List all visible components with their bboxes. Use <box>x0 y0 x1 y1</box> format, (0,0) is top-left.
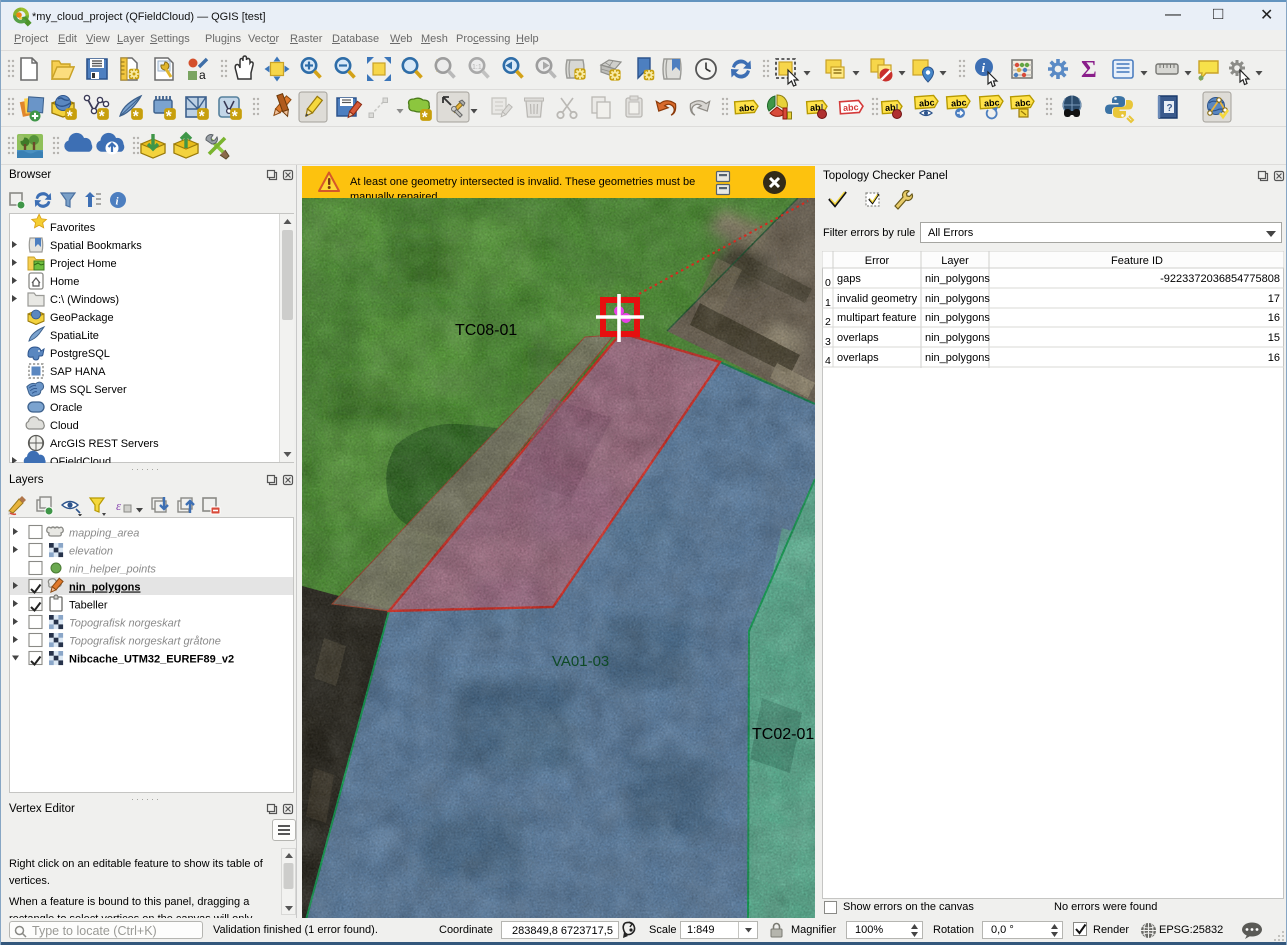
svg-text:16: 16 <box>1268 312 1280 324</box>
svg-text:Spatial Bookmarks: Spatial Bookmarks <box>50 240 142 252</box>
svg-text:overlaps: overlaps <box>837 332 879 344</box>
svg-text:ε: ε <box>116 498 122 513</box>
svg-text:16: 16 <box>1268 352 1280 364</box>
svg-text:TC08-01: TC08-01 <box>455 322 517 339</box>
svg-text:C:\ (Windows): C:\ (Windows) <box>50 294 119 306</box>
svg-text:1: 1 <box>825 297 831 309</box>
svg-text:invalid geometry: invalid geometry <box>837 293 918 305</box>
svg-text:Layer: Layer <box>941 255 969 267</box>
svg-text:ArcGIS REST Servers: ArcGIS REST Servers <box>50 438 159 450</box>
svg-text:Oracle: Oracle <box>50 402 82 414</box>
svg-text:3: 3 <box>825 336 831 348</box>
svg-text:mapping_area: mapping_area <box>69 528 139 540</box>
svg-text:Feature ID: Feature ID <box>1111 255 1163 267</box>
svg-text:nin_polygons: nin_polygons <box>925 273 990 285</box>
svg-text:QFieldCloud: QFieldCloud <box>50 456 111 463</box>
svg-text:Cloud: Cloud <box>50 420 79 432</box>
svg-text:nin_polygons: nin_polygons <box>925 312 990 324</box>
svg-text:nin_polygons: nin_polygons <box>69 582 141 594</box>
svg-text:elevation: elevation <box>69 546 113 558</box>
svg-text:MS SQL Server: MS SQL Server <box>50 384 127 396</box>
svg-text:SpatiaLite: SpatiaLite <box>50 330 99 342</box>
svg-text:-9223372036854775808: -9223372036854775808 <box>1160 273 1280 285</box>
svg-text:VA01-03: VA01-03 <box>552 653 609 670</box>
svg-text:gaps: gaps <box>837 273 861 285</box>
svg-text:17: 17 <box>1268 293 1280 305</box>
svg-text:0: 0 <box>825 277 831 289</box>
svg-text:nin_polygons: nin_polygons <box>925 293 990 305</box>
svg-text:overlaps: overlaps <box>837 352 879 364</box>
svg-text:Nibcache_UTM32_EUREF89_v2: Nibcache_UTM32_EUREF89_v2 <box>69 654 234 666</box>
svg-text:Favorites: Favorites <box>50 222 96 234</box>
svg-text:Tabeller: Tabeller <box>69 600 108 612</box>
svg-text:i: i <box>982 60 986 75</box>
svg-text:TC02-01: TC02-01 <box>752 726 814 743</box>
svg-text:Error: Error <box>865 255 890 267</box>
svg-text:SAP HANA: SAP HANA <box>50 366 106 378</box>
svg-text:1:1: 1:1 <box>472 64 482 71</box>
svg-text:Project Home: Project Home <box>50 258 117 270</box>
svg-text:?: ? <box>1167 103 1173 114</box>
svg-text:a: a <box>199 68 206 82</box>
svg-text:GeoPackage: GeoPackage <box>50 312 114 324</box>
svg-text:Topografisk norgeskart gråtone: Topografisk norgeskart gråtone <box>69 636 221 648</box>
svg-text:multipart feature: multipart feature <box>837 312 916 324</box>
svg-text:Topografisk norgeskart: Topografisk norgeskart <box>69 618 181 630</box>
svg-text:nin_polygons: nin_polygons <box>925 332 990 344</box>
svg-text:nin_helper_points: nin_helper_points <box>69 564 156 576</box>
svg-text:nin_polygons: nin_polygons <box>925 352 990 364</box>
svg-text:2: 2 <box>825 316 831 328</box>
svg-text:Σ: Σ <box>1081 57 1097 83</box>
svg-text:4: 4 <box>825 355 831 367</box>
svg-text:15: 15 <box>1268 332 1280 344</box>
svg-text:PostgreSQL: PostgreSQL <box>50 348 110 360</box>
svg-text:Home: Home <box>50 276 79 288</box>
svg-text:abc: abc <box>843 102 859 113</box>
